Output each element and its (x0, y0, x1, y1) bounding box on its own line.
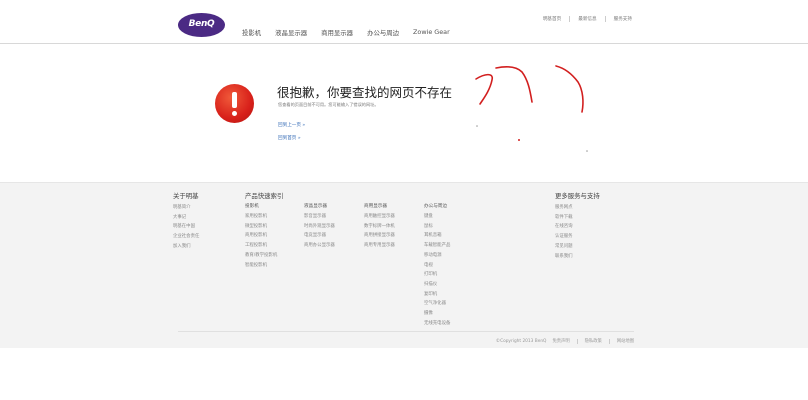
footer-link[interactable]: 影音显示器 (304, 214, 326, 219)
footer-link[interactable]: 电竞显示器 (304, 233, 326, 238)
annotation-dot-3 (586, 150, 588, 152)
top-nav: 明基首页 最新信息 服务支持 (543, 16, 632, 22)
divider (604, 16, 606, 22)
divider (569, 16, 571, 22)
logo-text: BenQ (188, 19, 215, 29)
handwritten-annotation (475, 65, 588, 152)
disclaimer-link[interactable]: 免责声明 (552, 338, 569, 344)
home-link[interactable]: 回到首页 » (278, 135, 301, 141)
footer-col-office: 办公与周边 键盘 鼠标 耳机音箱 车载智能产品 移动电源 电视 打印机 扫描仪 … (424, 203, 450, 328)
divider (576, 338, 578, 344)
footer-link[interactable]: 商用触控显示器 (364, 214, 395, 219)
footer-link[interactable]: 家用投影机 (245, 214, 267, 219)
page: BenQ 投影机 液晶显示器 商用显示器 办公与周边 Zowie Gear 明基… (0, 0, 808, 400)
footer: 关于明基 明基简介 大事记 明基在中国 企业社会责任 加入我们 产品快速索引 投… (0, 182, 808, 348)
error-title: 很抱歉，你要查找的网页不存在 (277, 85, 453, 100)
footer-col-heading: 投影机 (245, 204, 259, 209)
footer-link[interactable]: 软件下载 (555, 215, 573, 220)
nav-projectors[interactable]: 投影机 (242, 28, 261, 37)
error-icon (215, 84, 254, 123)
footer-link[interactable]: 商用投影机 (245, 233, 267, 238)
footer-link[interactable]: 常见问题 (555, 244, 573, 249)
footer-link[interactable]: 教育/教学投影机 (245, 253, 277, 258)
footer-link[interactable]: 数字标牌一体机 (364, 224, 395, 229)
sitemap-link[interactable]: 网站地图 (617, 338, 634, 344)
top-nav-home[interactable]: 明基首页 (543, 16, 561, 22)
footer-support-title: 更多服务与支持 (555, 192, 600, 200)
top-nav-support[interactable]: 服务支持 (614, 16, 632, 22)
nav-office-peripherals[interactable]: 办公与周边 (367, 28, 399, 37)
footer-link[interactable]: 空气净化器 (424, 301, 446, 306)
footer-link[interactable]: 认证服务 (555, 234, 573, 239)
annotation-dot-2 (518, 139, 520, 141)
footer-link[interactable]: 商用办公显示器 (304, 243, 335, 248)
footer-link[interactable]: 联系我们 (555, 254, 573, 259)
footer-link[interactable]: 明基在中国 (173, 224, 195, 229)
back-link[interactable]: 回到上一页 » (278, 122, 305, 128)
footer-about: 关于明基 明基简介 大事记 明基在中国 企业社会责任 加入我们 (173, 191, 199, 252)
footer-link[interactable]: 工程投影机 (245, 243, 267, 248)
top-nav-news[interactable]: 最新信息 (578, 16, 596, 22)
footer-quick-index-title-wrap: 产品快速索引 (245, 191, 283, 200)
footer-col-projectors: 投影机 家用投影机 微型投影机 商用投影机 工程投影机 教育/教学投影机 智能投… (245, 203, 277, 270)
exclamation-bar (232, 92, 237, 108)
footer-link[interactable]: 耳机音箱 (424, 233, 442, 238)
footer-about-title: 关于明基 (173, 192, 199, 200)
annotation-stroke-1 (475, 73, 494, 105)
annotation-dot-1 (476, 125, 478, 127)
footer-col-heading: 液晶显示器 (304, 204, 327, 209)
footer-link[interactable]: 扫描仪 (424, 282, 437, 287)
footer-link[interactable]: 智能投影机 (245, 263, 267, 268)
nav-lcd-monitors[interactable]: 液晶显示器 (275, 28, 307, 37)
footer-link[interactable]: 电视 (424, 263, 433, 268)
footer-link[interactable]: 商用专用显示器 (364, 243, 395, 248)
footer-link[interactable]: 在线咨询 (555, 224, 573, 229)
privacy-link[interactable]: 隐私政策 (585, 338, 602, 344)
footer-col-heading: 商用显示器 (364, 204, 387, 209)
footer-link[interactable]: 无线充电设备 (424, 321, 450, 326)
header: BenQ 投影机 液晶显示器 商用显示器 办公与周边 Zowie Gear 明基… (0, 0, 808, 44)
footer-link[interactable]: 时尚外观显示器 (304, 224, 335, 229)
error-description: 您查看的页面目前不可用。您可能输入了错误的网址。 (278, 102, 379, 107)
footer-link[interactable]: 鼠标 (424, 224, 433, 229)
footer-divider (178, 331, 634, 332)
exclamation-dot (232, 111, 237, 116)
footer-quick-index-title: 产品快速索引 (245, 192, 284, 200)
footer-support: 更多服务与支持 服务网点 软件下载 在线咨询 认证服务 常见问题 联系我们 (555, 191, 600, 261)
footer-link[interactable]: 明基简介 (173, 205, 191, 210)
footer-col-heading: 办公与周边 (424, 204, 447, 209)
footer-link[interactable]: 企业社会责任 (173, 234, 199, 239)
footer-link[interactable]: 车载智能产品 (424, 243, 450, 248)
benq-logo[interactable]: BenQ (178, 13, 225, 37)
footer-link[interactable]: 摄像 (424, 311, 433, 316)
footer-link[interactable]: 打印机 (424, 272, 437, 277)
footer-link[interactable]: 键盘 (424, 214, 433, 219)
footer-bottom-bar: ©Copyright 2013 BenQ 免责声明 隐私政策 网站地图 (496, 338, 634, 344)
footer-link[interactable]: 商用拼接显示器 (364, 233, 395, 238)
footer-link[interactable]: 服务网点 (555, 205, 573, 210)
annotation-stroke-3 (555, 65, 584, 113)
nav-commercial-displays[interactable]: 商用显示器 (321, 28, 353, 37)
nav-zowie-gear[interactable]: Zowie Gear (413, 28, 450, 37)
footer-link[interactable]: 加入我们 (173, 244, 191, 249)
main-nav: 投影机 液晶显示器 商用显示器 办公与周边 Zowie Gear (242, 28, 464, 37)
footer-link[interactable]: 复印机 (424, 292, 437, 297)
footer-link[interactable]: 移动电源 (424, 253, 442, 258)
footer-link[interactable]: 大事记 (173, 215, 186, 220)
footer-link[interactable]: 微型投影机 (245, 224, 267, 229)
divider (608, 338, 610, 344)
annotation-stroke-2 (495, 66, 533, 103)
footer-col-commercial: 商用显示器 商用触控显示器 数字标牌一体机 商用拼接显示器 商用专用显示器 (364, 203, 395, 251)
copyright-text: ©Copyright 2013 BenQ (495, 338, 547, 344)
footer-col-lcd: 液晶显示器 影音显示器 时尚外观显示器 电竞显示器 商用办公显示器 (304, 203, 335, 251)
